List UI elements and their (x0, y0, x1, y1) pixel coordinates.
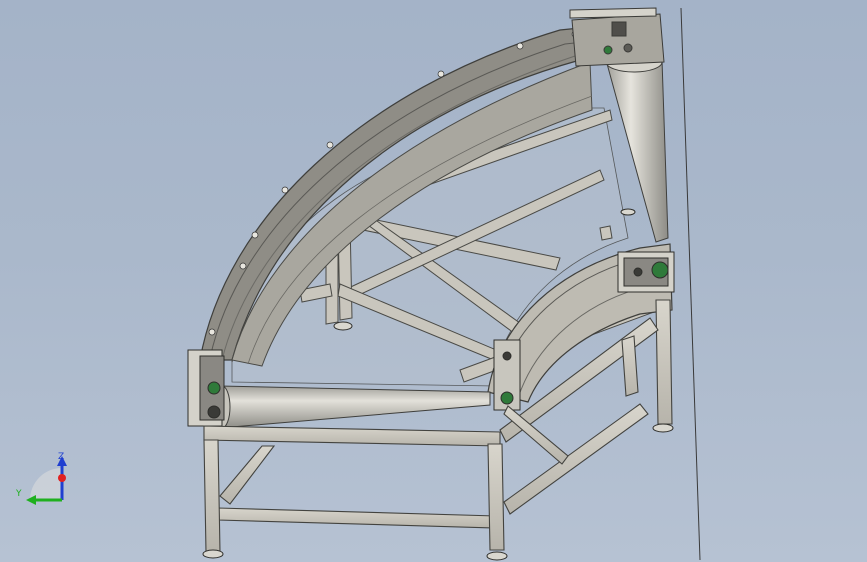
triad-y-label: Y (16, 489, 22, 499)
x-axis-icon (58, 474, 66, 482)
triad-z-label: Z (58, 452, 65, 462)
graphics-viewport[interactable]: Z Y (0, 0, 867, 562)
coordinate-triad (26, 456, 67, 505)
